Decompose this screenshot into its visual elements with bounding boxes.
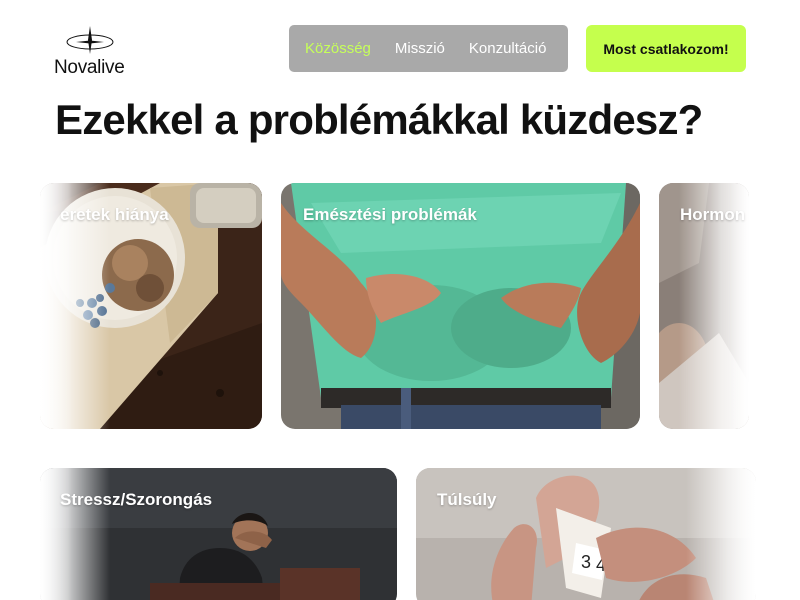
nav-item-consultation[interactable]: Konzultáció [469, 40, 547, 57]
card-label: Hormon [680, 205, 746, 224]
svg-text:3: 3 [581, 552, 591, 572]
problem-card-stress[interactable]: Stressz/Szorongás [40, 468, 397, 600]
measuring-tape-image: 3 4 [416, 468, 756, 600]
brand-logo[interactable]: Novalive [52, 26, 132, 78]
stress-image [40, 468, 397, 600]
problem-card-digestion[interactable]: Emésztési problémák [281, 183, 640, 429]
page-title: Ezekkel a problémákkal küzdesz? [55, 96, 703, 143]
main-nav: Közösség Misszió Konzultáció [289, 25, 568, 72]
card-label: Túlsúly [437, 490, 497, 509]
problem-card-overweight[interactable]: 3 4 Túlsúly [416, 468, 756, 600]
problem-card-nutrition[interactable]: eretek hiánya [40, 183, 262, 429]
nav-item-mission[interactable]: Misszió [395, 40, 445, 57]
brand-name: Novalive [54, 57, 125, 78]
card-label: eretek hiánya [60, 205, 169, 224]
compass-star-icon [66, 26, 114, 54]
nav-item-community[interactable]: Közösség [305, 40, 371, 57]
card-label: Emésztési problémák [303, 205, 477, 224]
card-label: Stressz/Szorongás [60, 490, 213, 509]
join-button[interactable]: Most csatlakozom! [586, 25, 746, 72]
problem-card-hormone[interactable]: Hormon [659, 183, 749, 429]
